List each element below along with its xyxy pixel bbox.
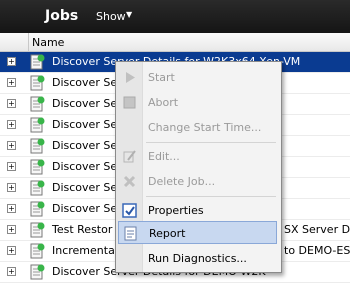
job-status-icon — [30, 201, 45, 217]
job-name-suffix: to DEMO-ES — [284, 244, 350, 257]
column-header-bar: Name — [0, 33, 350, 52]
expand-icon[interactable]: + — [7, 99, 16, 108]
job-name: Discover Se — [52, 181, 118, 194]
job-status-icon — [30, 117, 45, 133]
properties-icon — [122, 203, 137, 218]
job-name: Incremental — [52, 244, 118, 257]
report-icon — [124, 226, 137, 241]
expand-icon[interactable]: + — [7, 183, 16, 192]
menu-item-label: Delete Job... — [148, 175, 216, 188]
page-title: Jobs — [45, 8, 79, 24]
job-status-icon — [30, 222, 45, 238]
job-status-icon — [30, 96, 45, 112]
job-status-icon — [30, 138, 45, 154]
job-status-icon — [30, 180, 45, 196]
menu-item-edit[interactable]: Edit... — [118, 145, 277, 168]
expand-icon[interactable]: + — [7, 267, 16, 276]
edit-icon — [123, 150, 136, 163]
menu-item-start[interactable]: Start — [118, 66, 277, 89]
jobs-header: Jobs Show ▼ — [0, 0, 350, 33]
play-icon — [126, 72, 135, 83]
job-name: Test Restor — [52, 223, 113, 236]
expand-icon[interactable]: + — [7, 57, 16, 66]
menu-item-label: Report — [149, 227, 186, 240]
job-status-icon — [30, 264, 45, 280]
delete-icon — [123, 175, 136, 188]
expand-icon[interactable]: + — [7, 225, 16, 234]
expand-icon[interactable]: + — [7, 246, 16, 255]
menu-item-label: Abort — [148, 96, 179, 109]
job-status-icon — [30, 54, 45, 70]
expand-icon[interactable]: + — [7, 204, 16, 213]
menu-item-abort[interactable]: Abort — [118, 91, 277, 114]
job-name: Discover Se — [52, 160, 118, 173]
expand-icon[interactable]: + — [7, 141, 16, 150]
context-menu: Start Abort Change Start Time... Edit...… — [115, 61, 282, 273]
menu-item-label: Change Start Time... — [148, 121, 262, 134]
expand-column-header — [0, 33, 29, 51]
menu-item-label: Start — [148, 71, 175, 84]
job-status-icon — [30, 159, 45, 175]
job-name: Discover Se — [52, 202, 118, 215]
job-name: Discover Se — [52, 139, 118, 152]
menu-item-run-diagnostics[interactable]: Run Diagnostics... — [118, 247, 277, 270]
job-status-icon — [30, 243, 45, 259]
job-name: Discover Se — [52, 97, 118, 110]
menu-item-change-start-time[interactable]: Change Start Time... — [118, 116, 277, 139]
menu-item-label: Run Diagnostics... — [148, 252, 247, 265]
job-status-icon — [30, 75, 45, 91]
menu-item-label: Properties — [148, 204, 204, 217]
menu-item-properties[interactable]: Properties — [118, 199, 277, 222]
expand-icon[interactable]: + — [7, 120, 16, 129]
job-name-suffix: SX Server D — [284, 223, 350, 236]
menu-separator — [146, 196, 276, 197]
menu-item-label: Edit... — [148, 150, 180, 163]
chevron-down-icon[interactable]: ▼ — [126, 10, 132, 19]
job-name: Discover Se — [52, 76, 118, 89]
menu-item-delete-job[interactable]: Delete Job... — [118, 170, 277, 193]
menu-item-report[interactable]: Report — [118, 221, 277, 244]
menu-separator — [146, 142, 276, 143]
job-name: Discover Se — [52, 118, 118, 131]
column-header-name[interactable]: Name — [32, 36, 64, 49]
show-menu-button[interactable]: Show — [96, 10, 126, 23]
expand-icon[interactable]: + — [7, 162, 16, 171]
expand-icon[interactable]: + — [7, 78, 16, 87]
stop-icon — [123, 96, 136, 109]
